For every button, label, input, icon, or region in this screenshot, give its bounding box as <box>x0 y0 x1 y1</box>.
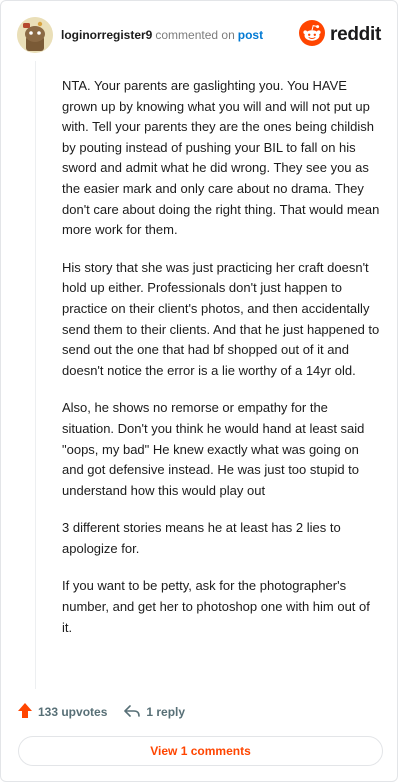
username[interactable]: loginorregister9 <box>61 28 152 42</box>
comment-body: NTA. Your parents are gaslighting you. Y… <box>62 76 380 655</box>
reply-arrow-icon <box>123 703 141 722</box>
upvote-arrow-icon <box>17 702 33 722</box>
comment-paragraph: 3 different stories means he at least ha… <box>62 520 341 556</box>
comment-paragraph: If you want to be petty, ask for the pho… <box>62 578 370 635</box>
comment-header: loginorregister9 commented on post reddit <box>17 17 381 53</box>
reddit-logo[interactable]: reddit <box>299 19 381 51</box>
comment-paragraph: His story that she was just practicing h… <box>62 259 380 378</box>
view-comments-button[interactable]: View 1 comments <box>18 736 383 766</box>
comment-card: loginorregister9 commented on post reddit <box>0 0 398 782</box>
thread-line[interactable] <box>35 61 36 689</box>
comment-paragraph: NTA. Your parents are gaslighting you. Y… <box>62 78 380 238</box>
comment-paragraph: Also, he shows no remorse or empathy for… <box>62 400 365 498</box>
reddit-wordmark: reddit <box>330 24 381 45</box>
snoo-avatar-icon[interactable] <box>17 17 53 53</box>
reddit-snoo-icon <box>299 19 326 51</box>
upvote-button[interactable]: 133 upvotes <box>17 702 107 722</box>
post-link[interactable]: post <box>238 28 263 42</box>
upvote-count: 133 upvotes <box>38 705 108 719</box>
reply-count: 1 reply <box>146 705 186 719</box>
reply-button[interactable]: 1 reply <box>123 703 185 722</box>
comment-meta: loginorregister9 commented on post <box>61 27 263 43</box>
comment-actions: 133 upvotes 1 reply <box>17 701 185 723</box>
commented-on-text: commented on <box>155 28 235 42</box>
